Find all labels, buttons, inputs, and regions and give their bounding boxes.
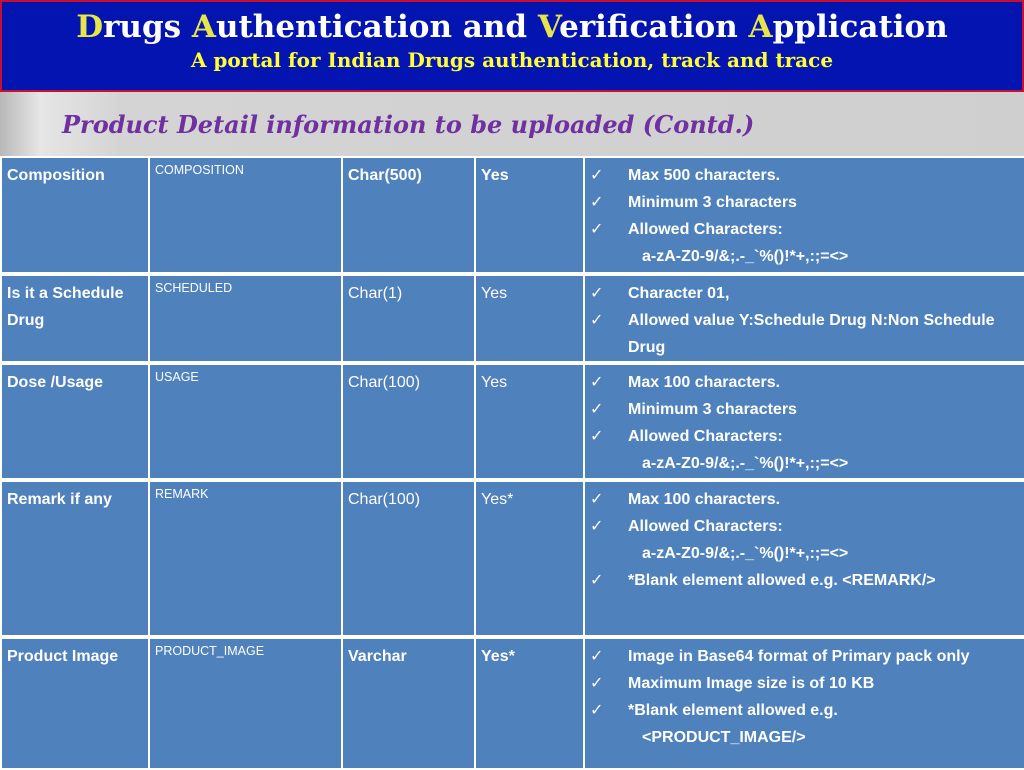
table-row: Product Image PRODUCT_IMAGE Varchar Yes* ✓ Im… bbox=[0, 635, 1024, 770]
rule-text: Max 100 characters. bbox=[628, 374, 781, 391]
rule-text: Allowed Characters: bbox=[628, 221, 783, 238]
title-fragment: uthentication and bbox=[215, 9, 538, 45]
rule-item: ✓ Max 100 characters. bbox=[590, 369, 1019, 396]
rules-list: ✓ Max 100 characters. ✓ Allowed Characters:… bbox=[590, 486, 1019, 594]
section-title: Product Detail information to be uploade… bbox=[62, 110, 755, 139]
app-title: Drugs Authentication and Verification Ap… bbox=[2, 8, 1022, 46]
check-icon: ✓ bbox=[590, 702, 604, 719]
check-icon: ✓ bbox=[590, 675, 604, 692]
mandatory-cell: Yes bbox=[474, 156, 585, 275]
rule-item: ✓ Max 500 characters. bbox=[590, 162, 1019, 189]
field-name-cell: Composition bbox=[0, 156, 150, 275]
table-row: Composition COMPOSITION Char(500) Yes ✓ Max 5… bbox=[0, 156, 1024, 275]
product-detail-table: Composition COMPOSITION Char(500) Yes ✓ Max 5… bbox=[0, 156, 1024, 770]
title-initial: D bbox=[76, 9, 104, 45]
check-icon: ✓ bbox=[590, 194, 604, 211]
title-fragment: erification bbox=[559, 9, 749, 45]
rule-item: ✓ *Blank element allowed e.g. bbox=[590, 697, 1019, 724]
rule-item: a-zA-Z0-9/&;.-_`%()!*+,:;=<> bbox=[590, 450, 1019, 477]
table-row: Is it a Schedule Drug SCHEDULED Char(1) Yes… bbox=[0, 272, 1024, 364]
field-name-cell: Product Image bbox=[0, 635, 150, 770]
data-type-cell: Varchar bbox=[341, 635, 476, 770]
rule-item: ✓ Maximum Image size is of 10 KB bbox=[590, 670, 1019, 697]
check-icon: ✓ bbox=[590, 167, 604, 184]
rule-text: Max 500 characters. bbox=[628, 167, 781, 184]
mandatory-cell: Yes* bbox=[474, 478, 585, 638]
rules-list: ✓ Max 100 characters. ✓ Minimum 3 character… bbox=[590, 369, 1019, 477]
title-fragment: pplication bbox=[772, 9, 948, 45]
rule-item: ✓ Max 100 characters. bbox=[590, 486, 1019, 513]
check-icon: ✓ bbox=[590, 374, 604, 391]
validation-rules-cell: ✓ Max 100 characters. ✓ Allowed Characters:… bbox=[583, 478, 1024, 638]
xml-tag-cell: COMPOSITION bbox=[148, 156, 343, 275]
check-icon: ✓ bbox=[590, 491, 604, 508]
xml-tag-cell: USAGE bbox=[148, 361, 343, 481]
xml-tag-cell: REMARK bbox=[148, 478, 343, 638]
xml-tag-cell: PRODUCT_IMAGE bbox=[148, 635, 343, 770]
rule-text: a-zA-Z0-9/&;.-_`%()!*+,:;=<> bbox=[642, 455, 849, 472]
mandatory-cell: Yes bbox=[474, 361, 585, 481]
data-type-cell: Char(100) bbox=[341, 361, 476, 481]
rule-item: a-zA-Z0-9/&;.-_`%()!*+,:;=<> bbox=[590, 540, 1019, 567]
section-header: Product Detail information to be uploade… bbox=[0, 92, 1024, 156]
app-subtitle: A portal for Indian Drugs authentication… bbox=[190, 48, 834, 72]
validation-rules-cell: ✓ Character 01, ✓ Allowed value Y:Schedule … bbox=[583, 272, 1024, 364]
title-initial: A bbox=[748, 9, 773, 45]
validation-rules-cell: ✓ Image in Base64 format of Primary pack … bbox=[583, 635, 1024, 770]
rule-item: ✓ Allowed value Y:Schedule Drug N:Non Sch… bbox=[590, 307, 1019, 361]
rule-item: ✓ *Blank element allowed e.g. <REMARK/> bbox=[590, 567, 1019, 594]
rule-text: Allowed Characters: bbox=[628, 518, 783, 535]
check-icon: ✓ bbox=[590, 518, 604, 535]
data-type-cell: Char(500) bbox=[341, 156, 476, 275]
rule-text: Character 01, bbox=[628, 285, 730, 302]
check-icon: ✓ bbox=[590, 648, 604, 665]
rule-item: ✓ Minimum 3 characters bbox=[590, 189, 1019, 216]
rule-text: *Blank element allowed e.g. bbox=[628, 702, 838, 719]
title-fragment: rugs bbox=[103, 9, 192, 45]
rule-item: ✓ Allowed Characters: bbox=[590, 216, 1019, 243]
rule-item: a-zA-Z0-9/&;.-_`%()!*+,:;=<> bbox=[590, 243, 1019, 270]
check-icon: ✓ bbox=[590, 572, 604, 589]
check-icon: ✓ bbox=[590, 312, 604, 329]
rule-text: Image in Base64 format of Primary pack o… bbox=[628, 648, 970, 665]
table-row: Remark if any REMARK Char(100) Yes* ✓ Max 100… bbox=[0, 478, 1024, 638]
rule-item: ✓ Allowed Characters: bbox=[590, 423, 1019, 450]
table-row: Dose /Usage USAGE Char(100) Yes ✓ Max 100 cha… bbox=[0, 361, 1024, 481]
data-type-cell: Char(100) bbox=[341, 478, 476, 638]
rules-list: ✓ Max 500 characters. ✓ Minimum 3 character… bbox=[590, 162, 1019, 270]
rule-text: a-zA-Z0-9/&;.-_`%()!*+,:;=<> bbox=[642, 545, 849, 562]
title-initial: V bbox=[537, 9, 560, 45]
field-name-cell: Dose /Usage bbox=[0, 361, 150, 481]
rule-item: <PRODUCT_IMAGE/> bbox=[590, 724, 1019, 751]
rules-list: ✓ Character 01, ✓ Allowed value Y:Schedule … bbox=[590, 280, 1019, 361]
header-banner: Drugs Authentication and Verification Ap… bbox=[0, 0, 1024, 92]
rule-text: Allowed value Y:Schedule Drug N:Non Sche… bbox=[628, 312, 995, 356]
rule-item: ✓ Image in Base64 format of Primary pack … bbox=[590, 643, 1019, 670]
data-type-cell: Char(1) bbox=[341, 272, 476, 364]
mandatory-cell: Yes* bbox=[474, 635, 585, 770]
check-icon: ✓ bbox=[590, 285, 604, 302]
validation-rules-cell: ✓ Max 500 characters. ✓ Minimum 3 character… bbox=[583, 156, 1024, 275]
rule-text: Maximum Image size is of 10 KB bbox=[628, 675, 875, 692]
validation-rules-cell: ✓ Max 100 characters. ✓ Minimum 3 character… bbox=[583, 361, 1024, 481]
rule-item: ✓ Character 01, bbox=[590, 280, 1019, 307]
check-icon: ✓ bbox=[590, 221, 604, 238]
rule-text: a-zA-Z0-9/&;.-_`%()!*+,:;=<> bbox=[642, 248, 849, 265]
rule-text: Minimum 3 characters bbox=[628, 401, 797, 418]
field-name-cell: Is it a Schedule Drug bbox=[0, 272, 150, 364]
rule-text: Max 100 characters. bbox=[628, 491, 781, 508]
check-icon: ✓ bbox=[590, 428, 604, 445]
rule-text: Minimum 3 characters bbox=[628, 194, 797, 211]
mandatory-cell: Yes bbox=[474, 272, 585, 364]
rule-item: ✓ Minimum 3 characters bbox=[590, 396, 1019, 423]
xml-tag-cell: SCHEDULED bbox=[148, 272, 343, 364]
rules-list: ✓ Image in Base64 format of Primary pack … bbox=[590, 643, 1019, 751]
rule-item: ✓ Allowed Characters: bbox=[590, 513, 1019, 540]
check-icon: ✓ bbox=[590, 401, 604, 418]
title-initial: A bbox=[191, 9, 216, 45]
rule-text: *Blank element allowed e.g. <REMARK/> bbox=[628, 572, 936, 589]
rule-text: <PRODUCT_IMAGE/> bbox=[642, 729, 806, 746]
rule-text: Allowed Characters: bbox=[628, 428, 783, 445]
field-name-cell: Remark if any bbox=[0, 478, 150, 638]
